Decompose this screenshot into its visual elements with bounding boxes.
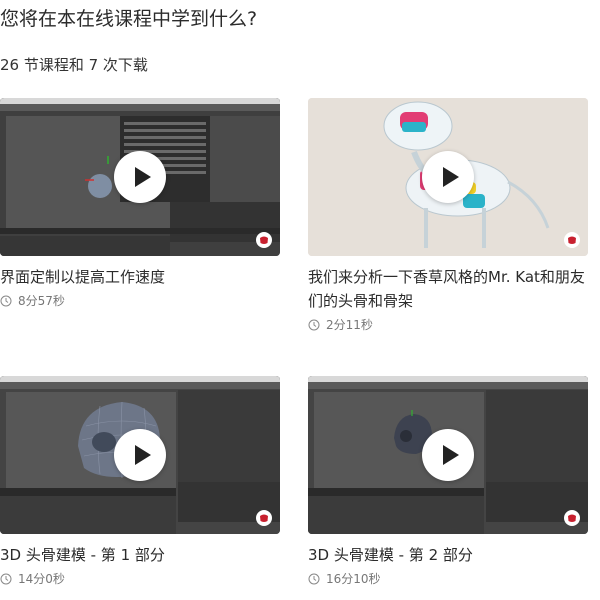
- lesson-card[interactable]: 3D 头骨建模 - 第 2 部分 16分10秒: [308, 376, 588, 587]
- play-icon: [135, 445, 151, 465]
- lesson-card[interactable]: 3D 头骨建模 - 第 1 部分 14分0秒: [0, 376, 280, 587]
- lesson-title[interactable]: 3D 头骨建模 - 第 1 部分: [0, 543, 280, 567]
- lesson-title[interactable]: 界面定制以提高工作速度: [0, 265, 280, 289]
- lesson-title[interactable]: 我们来分析一下香草风格的Mr. Kat和朋友们的头骨和骨架: [308, 265, 588, 313]
- clock-icon: [308, 319, 320, 330]
- brand-badge: [256, 232, 272, 248]
- clock-icon: [0, 573, 12, 584]
- play-button[interactable]: [422, 429, 474, 481]
- domestika-logo-icon: [568, 236, 576, 244]
- brand-badge: [256, 510, 272, 526]
- duration-text: 8分57秒: [18, 294, 65, 308]
- play-button[interactable]: [114, 429, 166, 481]
- duration-text: 16分10秒: [326, 572, 381, 586]
- lesson-thumbnail[interactable]: [0, 376, 280, 534]
- page-title: 您将在本在线课程中学到什么?: [0, 8, 258, 30]
- play-button[interactable]: [422, 151, 474, 203]
- domestika-logo-icon: [260, 514, 268, 522]
- brand-badge: [564, 232, 580, 248]
- clock-icon: [308, 573, 320, 584]
- play-button[interactable]: [114, 151, 166, 203]
- lesson-thumbnail[interactable]: [308, 98, 588, 256]
- lesson-duration: 8分57秒: [0, 292, 280, 309]
- play-icon: [135, 167, 151, 187]
- lesson-thumbnail[interactable]: [0, 98, 280, 256]
- lesson-thumbnail[interactable]: [308, 376, 588, 534]
- course-summary: 26 节课程和 7 次下载: [0, 56, 148, 74]
- play-icon: [443, 445, 459, 465]
- lesson-duration: 14分0秒: [0, 570, 280, 587]
- lesson-title[interactable]: 3D 头骨建模 - 第 2 部分: [308, 543, 588, 567]
- lesson-duration: 2分11秒: [308, 316, 588, 333]
- duration-text: 14分0秒: [18, 572, 65, 586]
- duration-text: 2分11秒: [326, 318, 373, 332]
- lesson-card[interactable]: 界面定制以提高工作速度 8分57秒: [0, 98, 280, 309]
- play-icon: [443, 167, 459, 187]
- lesson-card[interactable]: 我们来分析一下香草风格的Mr. Kat和朋友们的头骨和骨架 2分11秒: [308, 98, 588, 333]
- brand-badge: [564, 510, 580, 526]
- domestika-logo-icon: [568, 514, 576, 522]
- domestika-logo-icon: [260, 236, 268, 244]
- lesson-duration: 16分10秒: [308, 570, 588, 587]
- clock-icon: [0, 295, 12, 306]
